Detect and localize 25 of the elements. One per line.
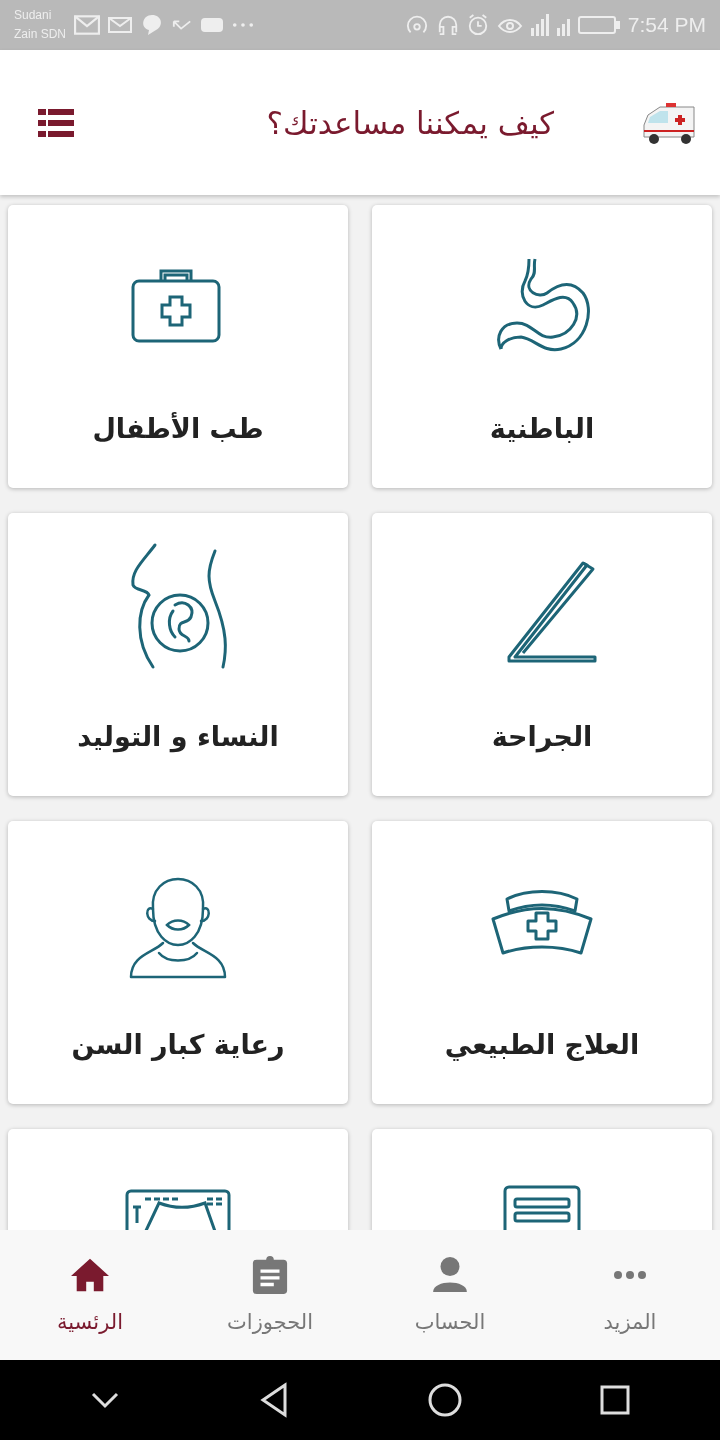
mail-icon: [74, 14, 100, 36]
nav-tab[interactable]: الرئسية: [0, 1230, 180, 1360]
person-icon: [431, 1256, 469, 1294]
battery-icon: [577, 14, 620, 36]
specialty-card[interactable]: الجراحة: [372, 513, 712, 796]
nav-tab[interactable]: الحجوزات: [180, 1230, 360, 1360]
more-icon: [611, 1269, 649, 1281]
alarm-icon: [466, 14, 489, 36]
clipboard-icon: [251, 1256, 289, 1294]
specialty-card[interactable]: رعاية كبار السن: [8, 821, 348, 1104]
specialty-card[interactable]: النساء و التوليد: [8, 513, 348, 796]
specialty-card[interactable]: العلاج الطبيعي: [372, 821, 712, 1104]
specialty-card[interactable]: الباطنية: [372, 205, 712, 488]
headphones-icon: [436, 14, 459, 36]
chat-icon: [140, 14, 164, 36]
mail-icon: [108, 14, 132, 36]
signal-icon: [530, 14, 549, 36]
more-icon: [232, 22, 254, 28]
header-title: كيف يمكننا مساعدتك؟: [265, 104, 555, 141]
home-icon: [71, 1256, 109, 1294]
nav-tab[interactable]: المزيد: [540, 1230, 720, 1360]
menu-button[interactable]: [38, 108, 74, 137]
specialty-card[interactable]: طب الأطفال: [8, 205, 348, 488]
signal-icon: [556, 19, 570, 36]
nav-tab[interactable]: الحساب: [360, 1230, 540, 1360]
